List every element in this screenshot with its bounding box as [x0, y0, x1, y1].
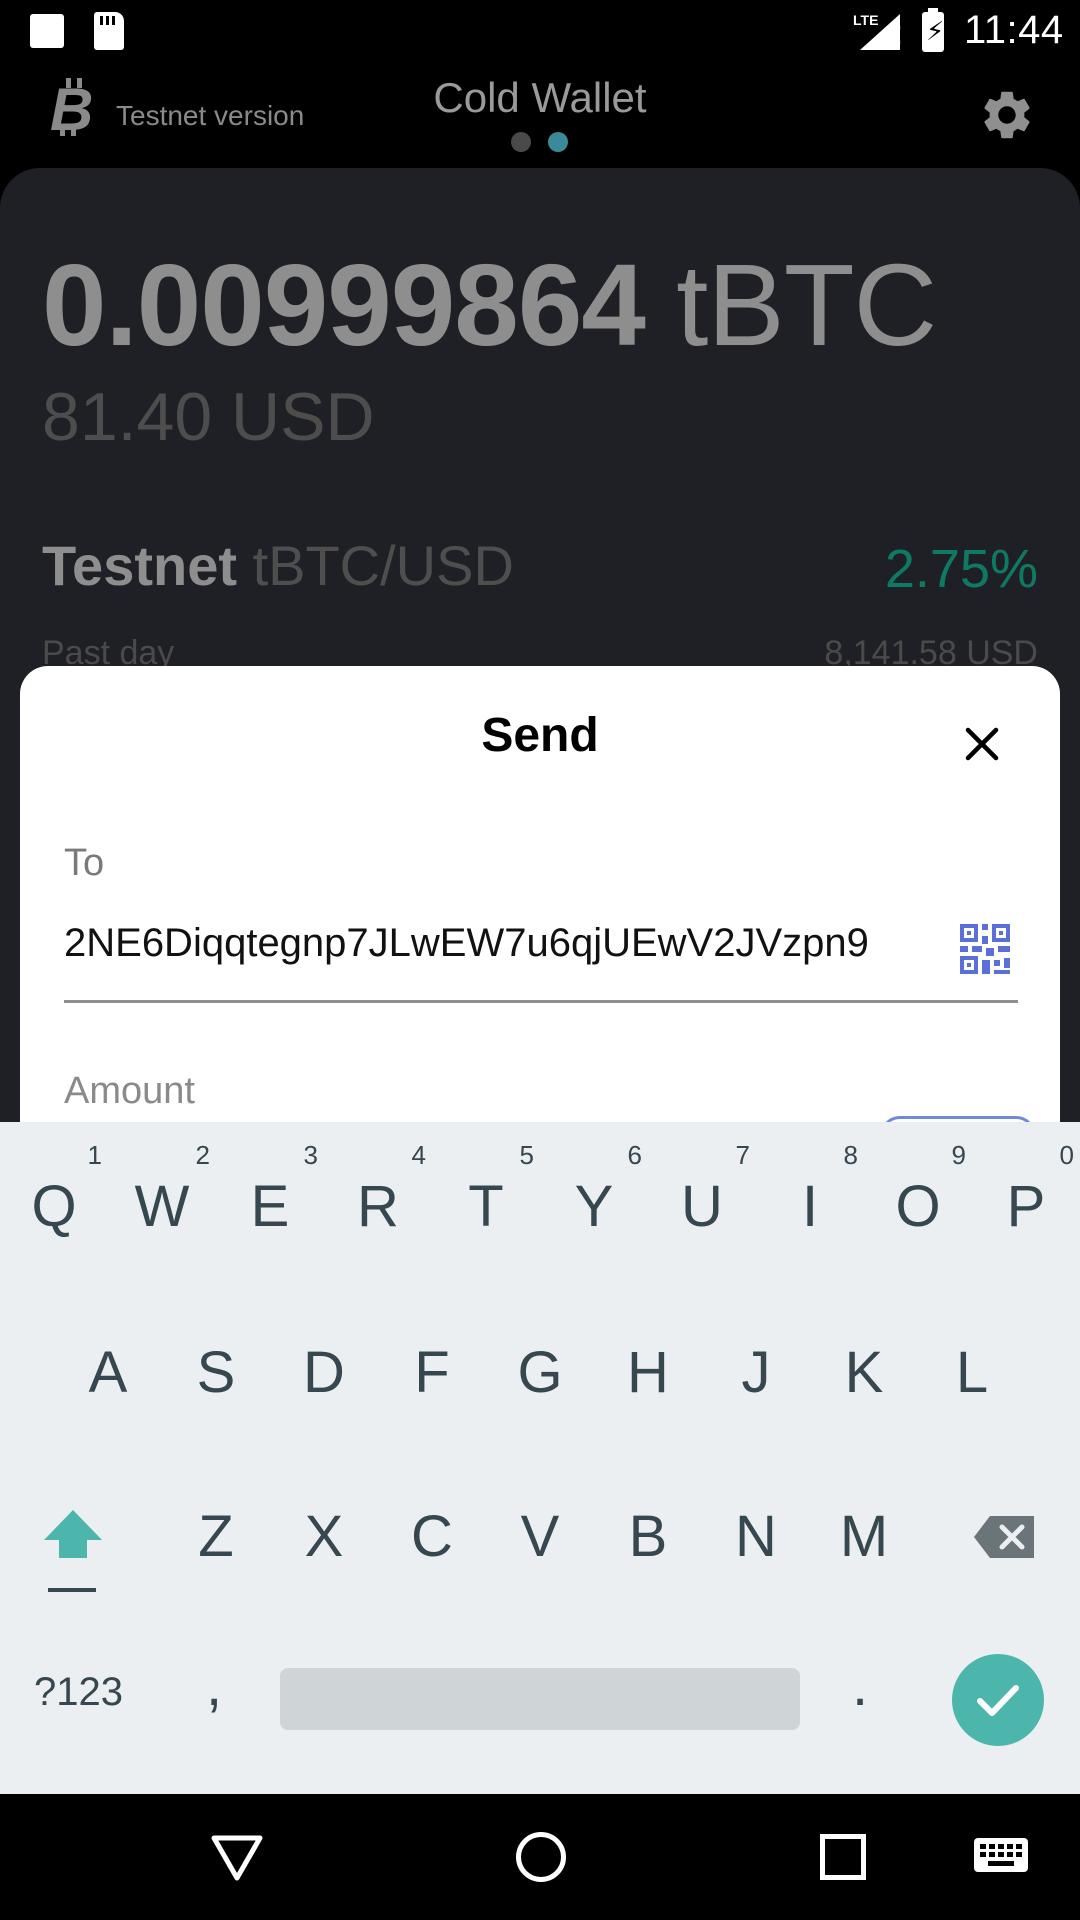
key-f[interactable]: F [378, 1344, 486, 1402]
balance-amount: 0.00999864 tBTC [42, 238, 937, 372]
no-data-icon: ! [894, 20, 903, 50]
key-d[interactable]: D [270, 1344, 378, 1402]
amount-label: Amount [64, 1070, 195, 1112]
space-key[interactable] [280, 1668, 800, 1730]
sd-card-icon [94, 12, 124, 50]
key-l[interactable]: L [918, 1344, 1026, 1402]
home-circle-icon[interactable] [516, 1832, 566, 1882]
market-network: Testnet [42, 534, 237, 597]
send-sheet: Send To Amount [20, 666, 1060, 1156]
key-p[interactable]: P0 [972, 1142, 1080, 1236]
key-r[interactable]: R4 [324, 1142, 432, 1236]
recents-square-icon[interactable] [820, 1834, 866, 1880]
page-indicator-dot-1[interactable] [511, 132, 531, 152]
key-n[interactable]: N [702, 1508, 810, 1566]
symbols-key[interactable]: ?123 [34, 1670, 123, 1715]
key-e[interactable]: E3 [216, 1142, 324, 1236]
key-h[interactable]: H [594, 1344, 702, 1402]
key-i[interactable]: I8 [756, 1142, 864, 1236]
backspace-icon[interactable] [972, 1514, 1036, 1560]
close-icon[interactable] [956, 718, 1008, 770]
key-z[interactable]: Z [162, 1508, 270, 1566]
key-c[interactable]: C [378, 1508, 486, 1566]
status-time: 11:44 [964, 8, 1064, 52]
key-y[interactable]: Y6 [540, 1142, 648, 1236]
balance-unit: tBTC [676, 240, 937, 370]
key-t[interactable]: T5 [432, 1142, 540, 1236]
key-k[interactable]: K [810, 1344, 918, 1402]
market-pair-label: tBTC/USD [252, 534, 514, 597]
key-a[interactable]: A [54, 1344, 162, 1402]
key-u[interactable]: U7 [648, 1142, 756, 1236]
gear-icon[interactable] [978, 86, 1036, 144]
charging-bolt-icon: ⚡ [926, 16, 945, 46]
key-s[interactable]: S [162, 1344, 270, 1402]
key-o[interactable]: O9 [864, 1142, 972, 1236]
address-input[interactable] [64, 910, 964, 976]
page-indicator-dot-2[interactable] [548, 132, 568, 152]
key-x[interactable]: X [270, 1508, 378, 1566]
back-triangle-icon[interactable] [210, 1834, 264, 1882]
key-g[interactable]: G [486, 1344, 594, 1402]
comma-key[interactable]: , [206, 1652, 222, 1719]
network-type: LTE [853, 12, 879, 28]
notification-square-icon [30, 14, 64, 48]
key-j[interactable]: J [702, 1344, 810, 1402]
shift-icon[interactable] [42, 1508, 104, 1560]
soft-keyboard: Q1 W2 E3 R4 T5 Y6 U7 I8 O9 P0 A S D F G … [0, 1122, 1080, 1794]
key-b[interactable]: B [594, 1508, 702, 1566]
address-underline [64, 1000, 1018, 1003]
period-key[interactable]: . [852, 1652, 868, 1719]
shift-indicator [48, 1588, 96, 1592]
to-label: To [64, 842, 105, 884]
key-q[interactable]: Q1 [0, 1142, 108, 1236]
keyboard-icon[interactable] [974, 1838, 1028, 1876]
key-w[interactable]: W2 [108, 1142, 216, 1236]
balance-value: 0.00999864 [42, 240, 646, 370]
sheet-title: Send [481, 709, 599, 762]
balance-fiat: 81.40 USD [42, 379, 375, 455]
page-title: Cold Wallet [433, 74, 647, 121]
key-v[interactable]: V [486, 1508, 594, 1566]
key-m[interactable]: M [810, 1508, 918, 1566]
price-change: 2.75% [884, 539, 1038, 599]
market-pair: Testnet tBTC/USD [42, 533, 514, 598]
app-header: B Testnet version Cold Wallet [0, 64, 1080, 172]
navigation-bar [0, 1794, 1080, 1920]
checkmark-icon [977, 1685, 1019, 1716]
enter-key[interactable] [952, 1654, 1044, 1746]
qr-code-icon[interactable] [960, 924, 1010, 974]
status-bar: LTE ! ⚡ 11:44 [0, 0, 1080, 64]
